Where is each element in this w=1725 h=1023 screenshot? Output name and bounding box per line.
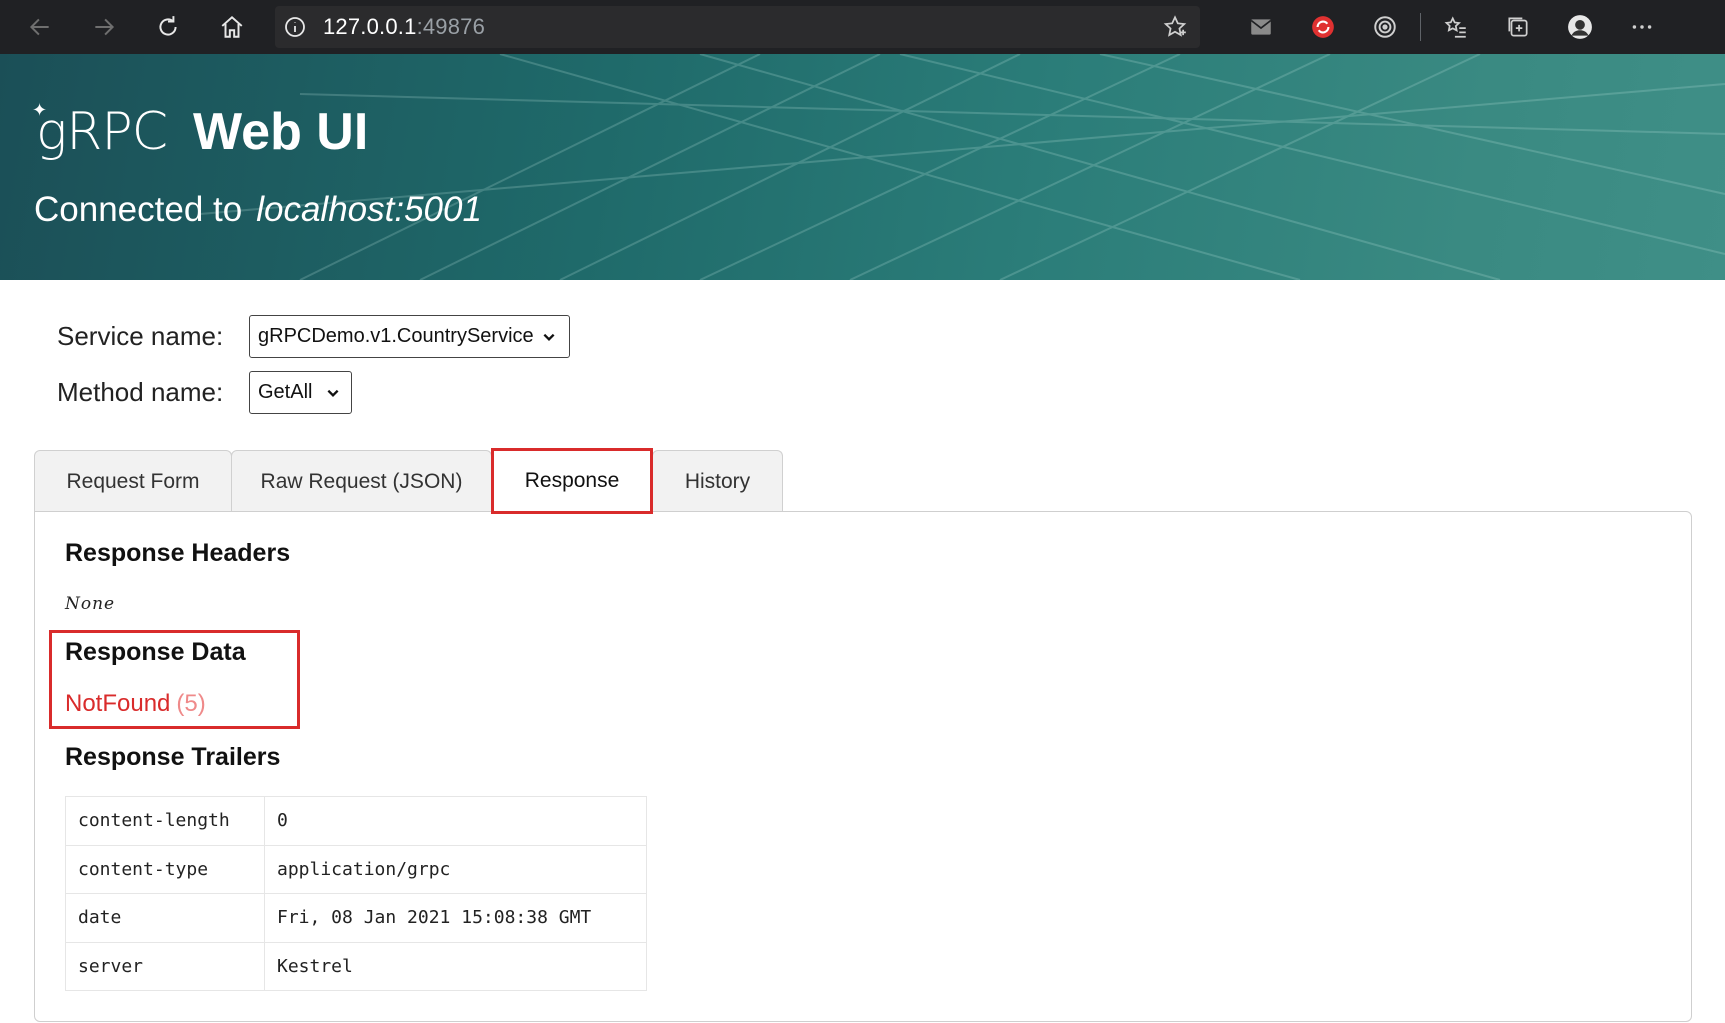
browser-toolbar: 127.0.0.1:49876 [0, 0, 1725, 54]
table-row: server Kestrel [65, 941, 647, 991]
forward-arrow-icon [95, 18, 115, 36]
response-trailers-title: Response Trailers [65, 743, 281, 771]
info-icon[interactable] [275, 6, 315, 48]
table-row: content-length 0 [65, 796, 647, 846]
service-select[interactable]: gRPCDemo.v1.CountryService [249, 315, 570, 358]
extension-area [1230, 0, 1673, 54]
trailer-key: content-type [65, 844, 265, 894]
trailers-table: content-length 0 content-type applicatio… [65, 796, 647, 991]
service-row: Service name: gRPCDemo.v1.CountryService [57, 315, 570, 358]
collections-icon[interactable] [1487, 0, 1549, 54]
mail-icon[interactable] [1230, 0, 1292, 54]
favorites-list-icon[interactable] [1425, 0, 1487, 54]
response-headers-title: Response Headers [65, 539, 291, 567]
table-row: content-type application/grpc [65, 844, 647, 894]
trailer-key: content-length [65, 796, 265, 846]
status-name: NotFound [65, 690, 171, 717]
service-label: Service name: [57, 321, 224, 351]
method-select[interactable]: GetAll [249, 371, 352, 414]
extension-red-icon[interactable] [1292, 0, 1354, 54]
favorite-star-icon[interactable] [1162, 14, 1188, 47]
refresh-icon [159, 16, 177, 36]
banner-background-pattern [199, 54, 1725, 280]
trailer-value: Fri, 08 Jan 2021 15:08:38 GMT [264, 893, 647, 943]
method-select-value: GetAll [258, 381, 313, 403]
trailer-value: application/grpc [264, 844, 647, 894]
banner-title: ✦ gRPC Web UI [32, 100, 369, 162]
back-arrow-icon [29, 18, 49, 36]
header-banner: ✦ gRPC Web UI Connected to localhost:5001 [0, 54, 1725, 280]
table-row: date Fri, 08 Jan 2021 15:08:38 GMT [65, 893, 647, 943]
trailer-key: date [65, 893, 265, 943]
home-button[interactable] [204, 0, 260, 54]
tab-request-form[interactable]: Request Form [34, 450, 232, 512]
toolbar-separator [1420, 13, 1421, 41]
response-headers-value: None [65, 594, 116, 614]
tab-bar: Request Form Raw Request (JSON) Response… [34, 448, 783, 514]
service-select-value: gRPCDemo.v1.CountryService [258, 325, 534, 347]
connected-label: Connected to [34, 190, 243, 229]
trailer-key: server [65, 941, 265, 991]
method-row: Method name: GetAll [57, 371, 352, 414]
address-bar[interactable]: 127.0.0.1:49876 [275, 6, 1200, 48]
back-button[interactable] [12, 0, 68, 54]
profile-avatar-icon[interactable] [1549, 0, 1611, 54]
response-data-title: Response Data [65, 638, 246, 666]
refresh-button[interactable] [140, 0, 196, 54]
app-title: Web UI [193, 103, 369, 161]
chevron-down-icon [543, 333, 555, 341]
grpc-logo: ✦ gRPC [32, 100, 168, 162]
more-menu-icon[interactable] [1611, 0, 1673, 54]
url-text: 127.0.0.1:49876 [323, 14, 485, 40]
trailer-value: 0 [264, 796, 647, 846]
status-code: (5) [176, 690, 206, 717]
url-host: 127.0.0.1 [323, 14, 417, 39]
url-port: :49876 [416, 14, 486, 39]
connected-host: localhost:5001 [256, 190, 482, 229]
target-icon[interactable] [1354, 0, 1416, 54]
trailer-value: Kestrel [264, 941, 647, 991]
tab-history[interactable]: History [652, 450, 783, 512]
response-status: NotFound (5) [65, 690, 206, 718]
method-label: Method name: [57, 377, 224, 407]
tab-raw-request[interactable]: Raw Request (JSON) [231, 450, 492, 512]
tab-response[interactable]: Response [491, 448, 653, 514]
sparkle-icon: ✦ [32, 100, 47, 121]
chevron-down-icon [327, 389, 339, 397]
home-icon [221, 15, 243, 38]
forward-button[interactable] [76, 0, 132, 54]
connection-status: Connected to localhost:5001 [34, 190, 482, 230]
grpc-logo-text: gRPC [36, 102, 168, 162]
